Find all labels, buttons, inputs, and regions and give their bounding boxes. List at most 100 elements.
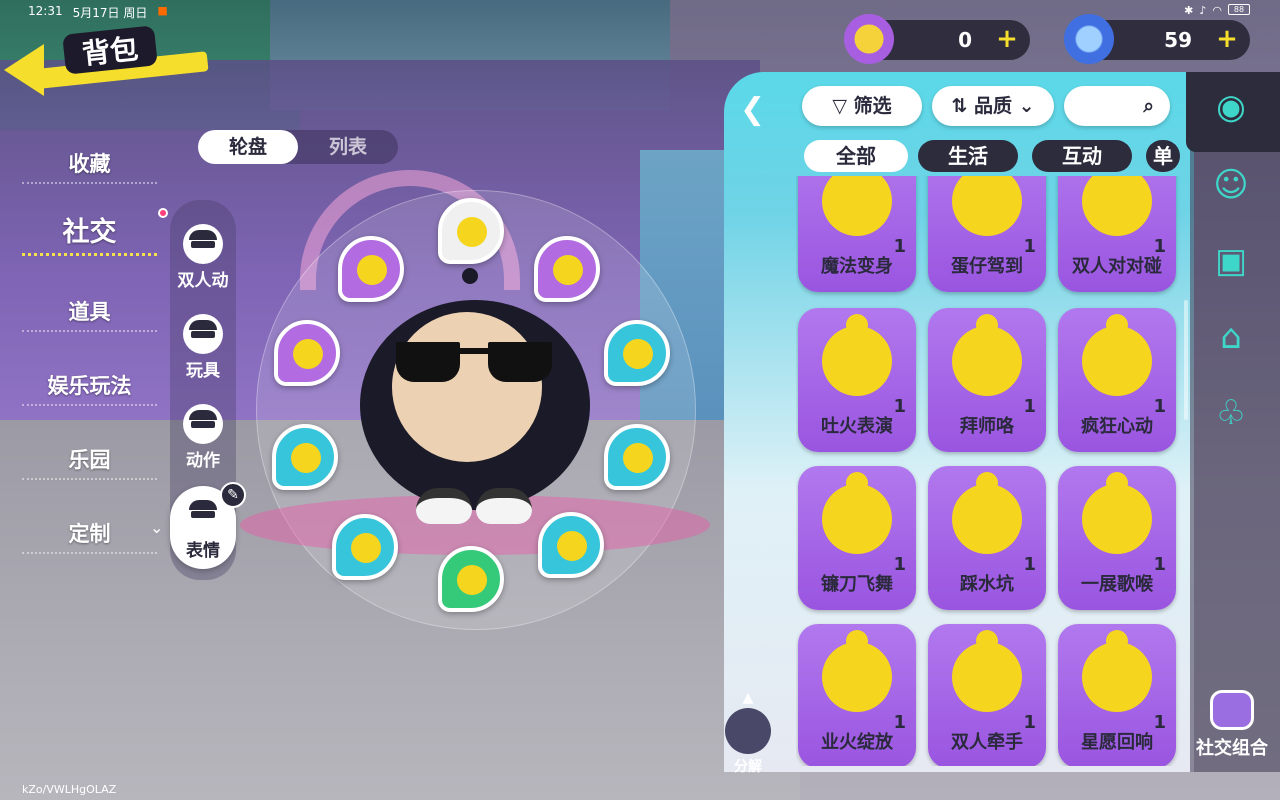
item-name: 拜师咯 [960, 416, 1014, 437]
currency-value: 59 [1164, 28, 1192, 52]
emote-art-icon [1082, 176, 1152, 236]
category-park[interactable]: 乐园 [22, 444, 157, 480]
item-card[interactable]: 1 蛋仔驾到 [928, 176, 1046, 292]
tv-icon[interactable]: ▣ [1208, 238, 1254, 284]
quality-sort-button[interactable]: ⇅ 品质 ⌄ [932, 86, 1054, 126]
gold-coin-icon [844, 14, 894, 64]
character-icon[interactable]: ◉ [1208, 84, 1254, 130]
item-card[interactable]: 1 踩水坑 [928, 466, 1046, 610]
emote-sticker-icon [291, 443, 321, 473]
item-card[interactable]: 1 双人对对碰 [1058, 176, 1176, 292]
bluetooth-icon: ✱ [1184, 4, 1194, 17]
wheel-slot[interactable] [534, 236, 600, 302]
search-button[interactable]: ⌕ [1064, 86, 1170, 126]
item-card[interactable]: 1 吐火表演 [798, 308, 916, 452]
sunglasses-face-icon [183, 494, 223, 534]
item-card[interactable]: 1 魔法变身 [798, 176, 916, 292]
sub-category-label: 表情 [186, 541, 220, 561]
tab-all[interactable]: 全部 [804, 140, 908, 172]
character-antenna [462, 268, 478, 284]
status-bar: 12:31 5月17日 周日 ■ [28, 4, 168, 21]
item-name: 吐火表演 [821, 416, 893, 437]
search-icon: ⌕ [1143, 95, 1154, 117]
wheel-slot[interactable] [604, 320, 670, 386]
character-foot [416, 488, 472, 524]
chevron-up-icon: ▲ [742, 690, 754, 706]
wheel-slot[interactable] [438, 546, 504, 612]
item-card[interactable]: 1 业火绽放 [798, 624, 916, 766]
item-card[interactable]: 1 镰刀飞舞 [798, 466, 916, 610]
item-name: 一展歌喉 [1081, 574, 1153, 595]
gift-icon[interactable]: ⌂ [1208, 314, 1254, 360]
emote-art-icon [822, 314, 892, 396]
category-social[interactable]: 社交 [22, 210, 157, 256]
wheel-slot[interactable] [338, 236, 404, 302]
edit-icon[interactable]: ✎ [220, 482, 246, 508]
status-icons: ✱ ♪ ◠ 88 [1184, 4, 1250, 17]
social-combo-label: 社交组合 [1196, 738, 1268, 759]
tab-interaction[interactable]: 互动 [1032, 140, 1132, 172]
item-card[interactable]: 1 星愿回响 [1058, 624, 1176, 766]
sub-category-action[interactable]: 动作 [170, 404, 236, 471]
wheel-slot[interactable] [538, 512, 604, 578]
item-name: 双人对对碰 [1072, 256, 1162, 277]
tab-solo[interactable]: 单 [1146, 140, 1180, 172]
item-name: 双人牵手 [951, 732, 1023, 753]
tab-life[interactable]: 生活 [918, 140, 1018, 172]
battery-icon: 88 [1228, 4, 1250, 15]
item-name: 业火绽放 [821, 732, 893, 753]
collapse-panel-icon[interactable]: ❮ [740, 92, 770, 127]
item-card[interactable]: 1 双人牵手 [928, 624, 1046, 766]
view-list-option[interactable]: 列表 [298, 130, 398, 164]
category-custom[interactable]: 定制 [22, 518, 157, 554]
item-name: 魔法变身 [821, 256, 893, 277]
sunglasses-face-icon [183, 224, 223, 264]
sub-category-duo-action[interactable]: 双人动 [170, 224, 236, 291]
wheel-slot[interactable] [332, 514, 398, 580]
view-wheel-option[interactable]: 轮盘 [198, 130, 298, 164]
emote-art-icon [952, 176, 1022, 236]
category-collection[interactable]: 收藏 [22, 148, 157, 184]
filter-button[interactable]: ▽ 筛选 [802, 86, 922, 126]
character-foot [476, 488, 532, 524]
wheel-slot[interactable] [604, 424, 670, 490]
category-props[interactable]: 道具 [22, 296, 157, 332]
status-date: 5月17日 周日 [72, 6, 148, 20]
emote-sticker-icon [557, 531, 587, 561]
item-card[interactable]: 1 疯狂心动 [1058, 308, 1176, 452]
wheel-slot[interactable] [272, 424, 338, 490]
emote-art-icon [952, 472, 1022, 554]
currency-value: 0 [958, 28, 972, 52]
sub-category-toy[interactable]: 玩具 [170, 314, 236, 381]
item-card[interactable]: 1 一展歌喉 [1058, 466, 1176, 610]
mute-icon: ♪ [1199, 4, 1207, 17]
back-button[interactable]: 背包 [4, 25, 214, 96]
view-toggle[interactable]: 轮盘 列表 [198, 130, 398, 164]
item-name: 踩水坑 [960, 574, 1014, 595]
add-coin-button[interactable]: + [994, 26, 1020, 53]
emote-art-icon [952, 630, 1022, 712]
emote-art-icon [822, 630, 892, 712]
grid-scrollbar[interactable] [1184, 300, 1188, 420]
wheel-slot[interactable] [438, 198, 504, 264]
wifi-icon: ◠ [1212, 4, 1222, 17]
sub-category-label: 动作 [186, 451, 220, 471]
currency-coin: 0 + [844, 14, 1030, 64]
sub-category-label: 玩具 [186, 361, 220, 381]
sunglasses-face-icon [183, 404, 223, 444]
item-name: 疯狂心动 [1081, 416, 1153, 437]
currency-gem: 59 + [1064, 14, 1250, 64]
emote-sticker-icon [293, 339, 323, 369]
decompose-button[interactable]: ▲ 分解 [722, 690, 774, 775]
chevron-down-icon[interactable]: ⌄ [150, 518, 163, 537]
wheel-slot[interactable] [274, 320, 340, 386]
character-face [392, 312, 542, 462]
blue-gem-icon [1064, 14, 1114, 64]
balloon-icon[interactable]: ♧ [1208, 390, 1254, 436]
category-entertainment[interactable]: 娱乐玩法 [22, 370, 157, 406]
mi-icon: ■ [157, 4, 168, 17]
item-card[interactable]: 1 拜师咯 [928, 308, 1046, 452]
add-gem-button[interactable]: + [1214, 26, 1240, 53]
face-icon[interactable]: ☺ [1208, 162, 1254, 208]
social-combo-button[interactable]: 社交组合 [1184, 690, 1280, 766]
